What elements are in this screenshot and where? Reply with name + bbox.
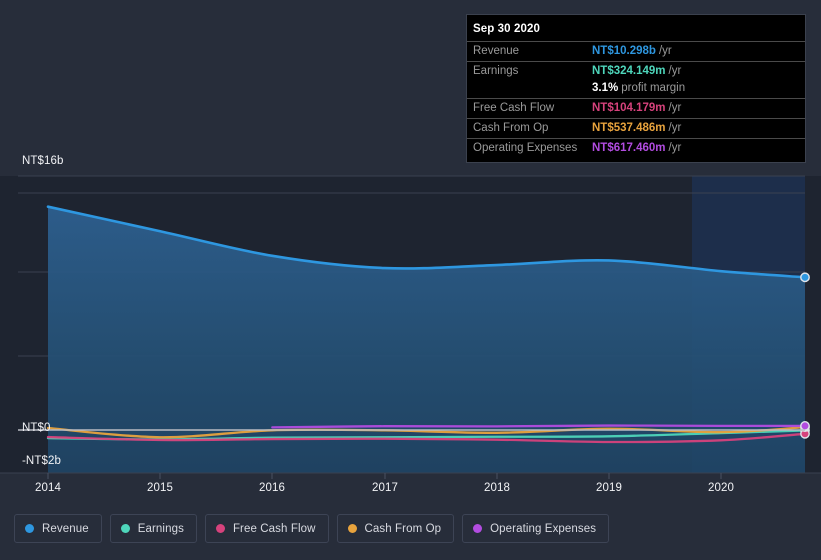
- y-axis-label: -NT$2b: [22, 455, 61, 467]
- legend-item-label: Cash From Op: [364, 522, 442, 535]
- x-axis-label: 2014: [35, 482, 61, 494]
- end-marker-revenue[interactable]: [800, 272, 810, 283]
- legend-item-cash-from-op[interactable]: Cash From Op: [336, 514, 455, 543]
- tooltip-row: 3.1% profit margin: [467, 81, 805, 98]
- tooltip-value-group: 3.1% profit margin: [592, 82, 685, 95]
- legend-item-label: Free Cash Flow: [232, 522, 316, 535]
- tooltip-row: Operating Expenses NT$617.460m/yr: [467, 138, 805, 158]
- tooltip-row-value: NT$104.179m: [592, 102, 666, 114]
- tooltip-row-unit: /yr: [668, 142, 682, 154]
- tooltip-row-unit: profit margin: [621, 82, 686, 94]
- x-axis-label: 2018: [484, 482, 510, 494]
- tooltip-rows: Revenue NT$10.298b/yr Earnings NT$324.149m /…: [467, 41, 805, 158]
- legend-item-label: Operating Expenses: [490, 522, 597, 535]
- tooltip-row-unit: /yr: [658, 45, 672, 57]
- legend-color-dot-icon: [347, 524, 357, 533]
- x-axis-label: 2016: [259, 482, 285, 494]
- legend-item-revenue[interactable]: Revenue: [14, 514, 102, 543]
- legend-item-label: Earnings: [137, 522, 184, 535]
- tooltip-row-value: NT$10.298b: [592, 45, 656, 57]
- financial-chart: NT$16b NT$0 -NT$2b 2014 2015 2016 2017 2018 201…: [0, 0, 821, 560]
- tooltip-row: Free Cash Flow NT$104.179m/yr: [467, 98, 805, 118]
- tooltip-row-value: NT$537.486m: [592, 122, 666, 134]
- legend-item-operating-expenses[interactable]: Operating Expenses: [462, 514, 610, 543]
- tooltip-value-group: NT$104.179m/yr: [592, 102, 681, 115]
- tooltip-row-label: Earnings: [473, 65, 519, 77]
- tooltip-value-group: NT$617.460m/yr: [592, 142, 681, 155]
- legend-item-earnings[interactable]: Earnings: [109, 514, 197, 543]
- tooltip-row-label: Operating Expenses: [473, 142, 578, 154]
- chart-legend[interactable]: Revenue Earnings Free Cash Flow Cash From O…: [14, 514, 610, 543]
- x-axis-label: 2019: [596, 482, 622, 494]
- tooltip-row-unit: /yr: [668, 65, 682, 77]
- tooltip-row-unit: /yr: [668, 122, 682, 134]
- tooltip-value-group: NT$537.486m/yr: [592, 122, 681, 135]
- y-axis-label: NT$0: [22, 422, 51, 434]
- data-tooltip: Sep 30 2020 Revenue NT$10.298b/yr Earnings…: [466, 14, 806, 163]
- x-axis-label: 2020: [708, 482, 734, 494]
- tooltip-value-group: NT$10.298b/yr: [592, 45, 672, 58]
- legend-color-dot-icon: [473, 524, 483, 533]
- tooltip-row-value: NT$324.149m: [592, 65, 666, 77]
- legend-color-dot-icon: [120, 524, 130, 533]
- tooltip-row: Revenue NT$10.298b/yr: [467, 41, 805, 61]
- tooltip-row: Earnings NT$324.149m/yr: [467, 61, 805, 81]
- end-marker-operating-expenses[interactable]: [800, 421, 810, 431]
- tooltip-row-value: NT$617.460m: [592, 142, 666, 154]
- tooltip-date: Sep 30 2020: [473, 23, 540, 35]
- tooltip-row-value: 3.1%: [592, 82, 619, 94]
- legend-color-dot-icon: [215, 524, 225, 533]
- x-axis-label: 2017: [372, 482, 398, 494]
- y-axis-label: NT$16b: [22, 155, 64, 167]
- tooltip-row-label: Revenue: [473, 45, 520, 57]
- tooltip-row: Cash From Op NT$537.486m/yr: [467, 118, 805, 138]
- x-axis-ticks: [47, 473, 722, 479]
- tooltip-value-group: NT$324.149m/yr: [592, 65, 681, 78]
- legend-item-label: Revenue: [42, 522, 89, 535]
- legend-item-free-cash-flow[interactable]: Free Cash Flow: [204, 514, 329, 543]
- tooltip-row-unit: /yr: [668, 102, 682, 114]
- x-axis-label: 2015: [147, 482, 173, 494]
- tooltip-row-label: Free Cash Flow: [473, 102, 555, 114]
- tooltip-row-label: Cash From Op: [473, 122, 549, 134]
- legend-color-dot-icon: [25, 524, 34, 533]
